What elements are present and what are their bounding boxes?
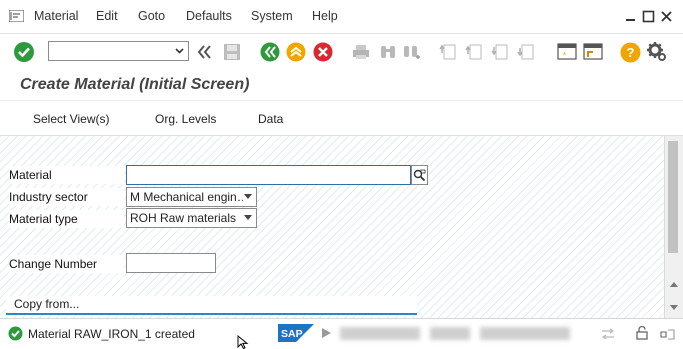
change-number-input[interactable]	[127, 254, 215, 272]
standard-toolbar: ?	[0, 34, 683, 72]
customize-icon[interactable]	[646, 41, 668, 63]
command-input[interactable]	[49, 42, 169, 60]
select-views-button[interactable]: Select View(s)	[33, 112, 109, 126]
menu-system[interactable]: System	[251, 9, 293, 23]
save-icon[interactable]	[221, 41, 243, 63]
chevron-down-icon[interactable]	[174, 45, 185, 56]
material-type-label: Material type	[9, 210, 124, 228]
title-area: Create Material (Initial Screen)	[0, 72, 683, 100]
menu-edit[interactable]: Edit	[96, 9, 118, 23]
client-info-blurred	[430, 327, 470, 340]
system-info-blurred	[340, 327, 420, 340]
scrollbar-thumb[interactable]	[668, 141, 678, 253]
previous-page-icon[interactable]	[463, 41, 485, 63]
scroll-down-icon[interactable]	[670, 305, 678, 310]
shortcut-icon[interactable]	[582, 41, 604, 63]
change-number-field[interactable]	[126, 253, 216, 273]
chevron-down-icon[interactable]	[244, 194, 252, 199]
status-message[interactable]: Material RAW_IRON_1 created	[28, 327, 195, 341]
menu-defaults[interactable]: Defaults	[186, 9, 232, 23]
maximize-icon[interactable]	[642, 10, 655, 23]
sap-logo-icon: SAP	[278, 324, 314, 342]
scroll-up-icon[interactable]	[670, 282, 678, 287]
close-icon[interactable]	[660, 10, 673, 23]
mouse-cursor-icon	[237, 335, 249, 349]
lock-icon[interactable]	[636, 326, 648, 340]
industry-sector-dropdown[interactable]: M Mechanical engin…	[126, 187, 257, 207]
status-bar: Material RAW_IRON_1 created SAP	[0, 318, 683, 349]
back-icon[interactable]	[259, 41, 281, 63]
material-type-value: ROH Raw materials	[130, 211, 237, 225]
help-icon[interactable]: ?	[619, 41, 641, 63]
industry-sector-label: Industry sector	[9, 188, 124, 206]
find-next-icon[interactable]	[401, 41, 423, 63]
swap-icon[interactable]	[601, 328, 615, 340]
data-button[interactable]: Data	[258, 112, 283, 126]
material-input[interactable]	[127, 166, 410, 184]
menu-bar: Material Edit Goto Defaults System Help	[0, 0, 683, 34]
page-title: Create Material (Initial Screen)	[20, 76, 250, 93]
print-icon[interactable]	[350, 41, 372, 63]
cancel-icon[interactable]	[312, 41, 334, 63]
material-type-dropdown[interactable]: ROH Raw materials	[126, 208, 257, 228]
copy-from-section-header: Copy from...	[6, 296, 417, 315]
material-field[interactable]	[126, 165, 411, 185]
org-levels-button[interactable]: Org. Levels	[155, 112, 216, 126]
menu-goto[interactable]: Goto	[138, 9, 165, 23]
first-page-icon[interactable]	[437, 41, 459, 63]
svg-text:?: ?	[626, 45, 634, 60]
command-field[interactable]	[48, 41, 189, 61]
search-help-button[interactable]	[411, 165, 428, 185]
next-page-icon[interactable]	[489, 41, 511, 63]
svg-text:SAP: SAP	[281, 328, 303, 340]
new-session-icon[interactable]	[556, 41, 578, 63]
menu-material[interactable]: Material	[34, 9, 78, 23]
find-icon[interactable]	[377, 41, 399, 63]
application-toolbar: Select View(s) Org. Levels Data	[0, 100, 683, 136]
search-icon	[413, 169, 426, 181]
server-info-blurred	[480, 327, 570, 340]
change-number-label: Change Number	[9, 255, 124, 273]
industry-sector-value: M Mechanical engin…	[130, 190, 243, 204]
last-page-icon[interactable]	[515, 41, 537, 63]
back-double-icon[interactable]	[194, 41, 216, 63]
overflow-icon[interactable]	[656, 326, 676, 342]
minimize-icon[interactable]	[624, 10, 637, 23]
chevron-down-icon[interactable]	[244, 215, 252, 220]
exit-icon[interactable]	[285, 41, 307, 63]
menu-help[interactable]: Help	[312, 9, 338, 23]
success-icon	[8, 326, 23, 341]
material-label: Material	[9, 166, 124, 184]
enter-icon[interactable]	[13, 41, 35, 63]
menu-icon[interactable]	[9, 10, 24, 22]
play-icon[interactable]	[320, 327, 334, 339]
